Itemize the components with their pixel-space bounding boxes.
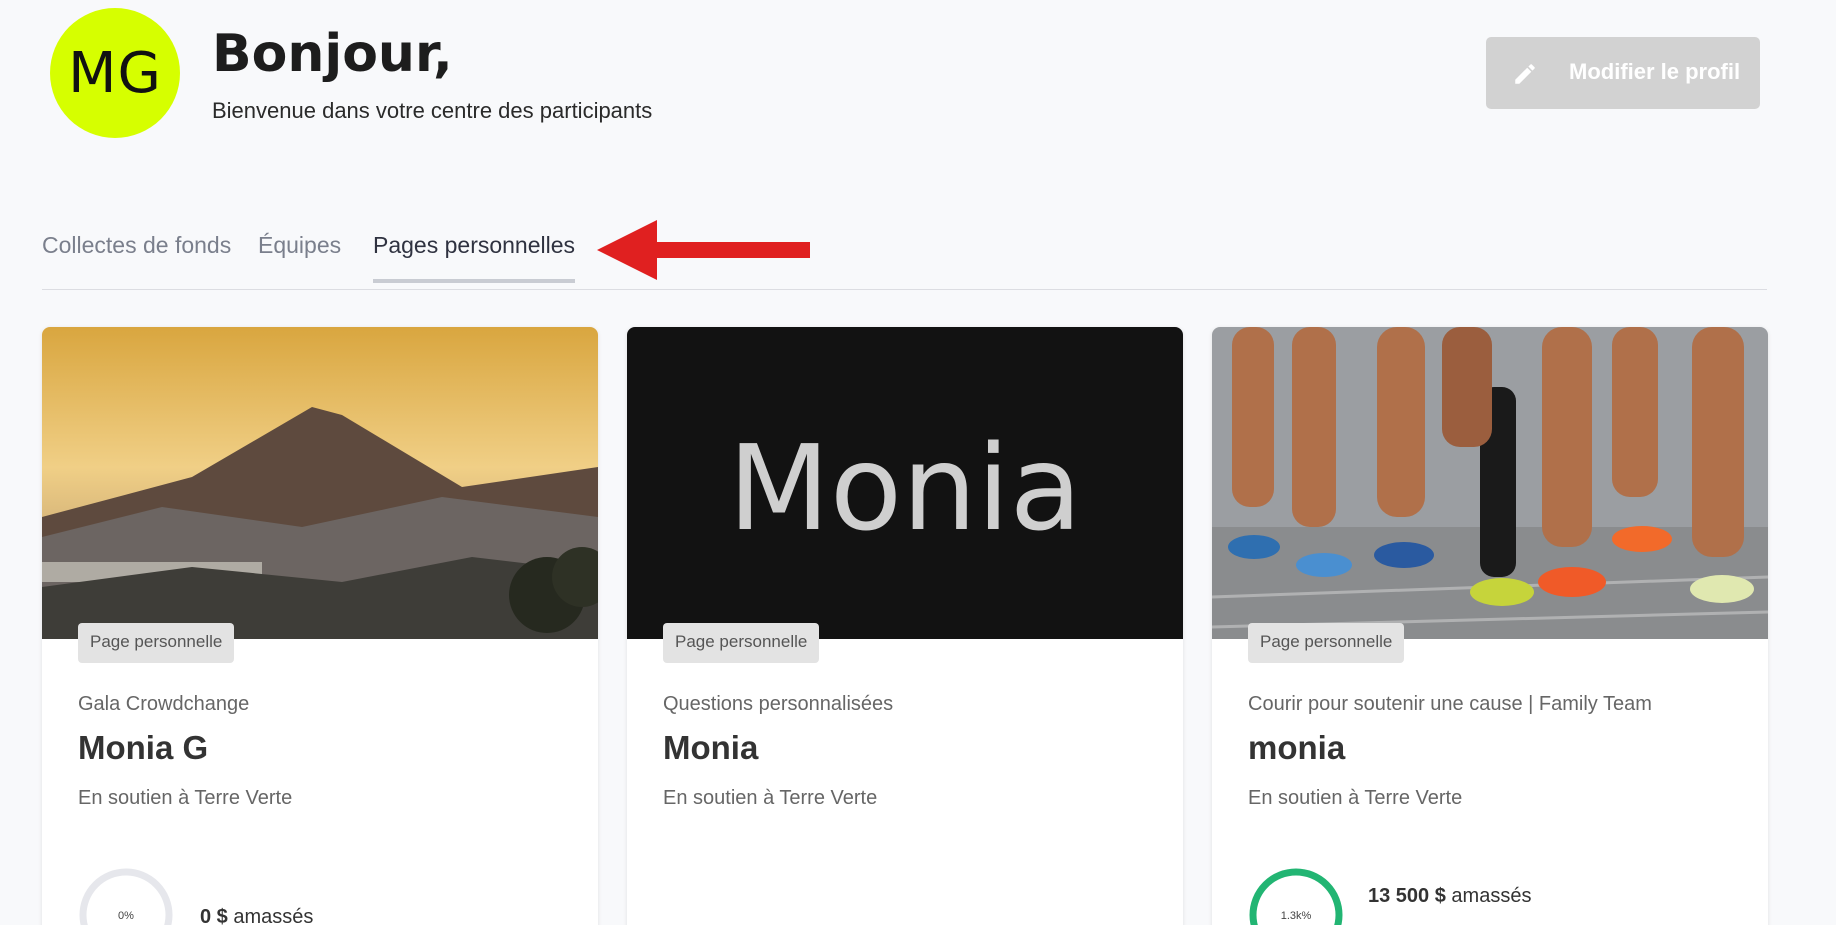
tab-bar: Collectes de fonds Équipes Pages personn…	[42, 226, 1767, 290]
avatar[interactable]: MG	[50, 8, 180, 138]
card-image-text-banner: Monia	[627, 327, 1183, 639]
campaign-name: Questions personnalisées	[663, 693, 894, 715]
raised-suffix: amassés	[1451, 885, 1532, 907]
support-text: En soutien à Terre Verte	[1248, 787, 1463, 809]
campaign-name: Courir pour soutenir une cause | Family …	[1248, 693, 1652, 715]
amount-raised: 0 $ amassés	[200, 906, 313, 925]
support-text: En soutien à Terre Verte	[78, 787, 293, 809]
participant-name[interactable]: Monia	[663, 729, 758, 767]
edit-profile-button[interactable]: Modifier le profil	[1486, 37, 1760, 109]
annotation-arrow-icon	[597, 220, 810, 280]
progress-percent: 0%	[118, 910, 134, 922]
avatar-initials: MG	[68, 40, 162, 106]
pencil-icon	[1515, 64, 1535, 84]
page-title: Bonjour,	[212, 24, 453, 84]
raised-suffix: amassés	[233, 906, 314, 925]
support-text: En soutien à Terre Verte	[663, 787, 878, 809]
edit-profile-label: Modifier le profil	[1569, 59, 1741, 84]
card-image-mountain	[42, 327, 598, 639]
participant-name[interactable]: monia	[1248, 729, 1345, 767]
tab-collectes-de-fonds[interactable]: Collectes de fonds	[42, 232, 231, 279]
progress-percent: 1.3k%	[1280, 910, 1312, 922]
page-type-badge: Page personnelle	[663, 623, 820, 663]
raised-amount: 0 $	[200, 906, 228, 925]
personal-page-card[interactable]: Page personnelle Courir pour soutenir un…	[1212, 327, 1768, 925]
amount-raised: 13 500 $ amassés	[1368, 885, 1531, 908]
card-image-runners	[1212, 327, 1768, 639]
participant-name[interactable]: Monia G	[78, 729, 208, 767]
welcome-text: Bienvenue dans votre centre des particip…	[212, 98, 653, 123]
page-type-badge: Page personnelle	[78, 623, 235, 663]
tab-equipes[interactable]: Équipes	[258, 232, 341, 279]
personal-page-card[interactable]: Page personnelle Gala Crowdchange Monia …	[42, 327, 598, 925]
raised-amount: 13 500 $	[1368, 885, 1446, 907]
banner-text: Monia	[728, 419, 1082, 557]
personal-page-card[interactable]: Monia Page personnelle Questions personn…	[627, 327, 1183, 925]
campaign-name: Gala Crowdchange	[78, 693, 250, 715]
participant-center-page: MG Bonjour, Bienvenue dans votre centre …	[0, 0, 1836, 925]
page-type-badge: Page personnelle	[1248, 623, 1405, 663]
tab-pages-personnelles[interactable]: Pages personnelles	[373, 232, 576, 283]
